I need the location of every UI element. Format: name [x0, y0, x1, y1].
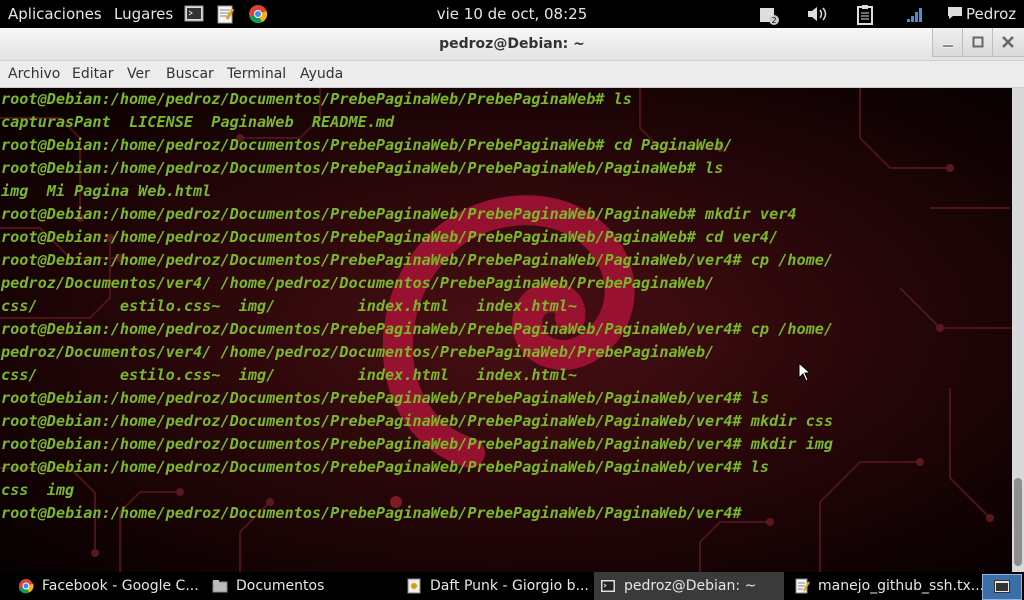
- menu-editar[interactable]: Editar: [72, 61, 113, 87]
- terminal-line: root@Debian:/home/pedroz/Documentos/Preb…: [1, 412, 834, 430]
- terminal-line: root@Debian:/home/pedroz/Documentos/Preb…: [1, 136, 733, 154]
- terminal-line: root@Debian:/home/pedroz/Documentos/Preb…: [1, 458, 770, 476]
- terminal-line: root@Debian:/home/pedroz/Documentos/Preb…: [1, 228, 779, 246]
- terminal-output[interactable]: root@Debian:/home/pedroz/Documentos/Preb…: [0, 88, 1012, 572]
- terminal-line: root@Debian:/home/pedroz/Documentos/Preb…: [1, 389, 770, 407]
- terminal-line: capturasPant LICENSE PaginaWeb README.md: [1, 113, 395, 131]
- terminal-line: pedroz/Documentos/ver4/ /home/pedroz/Doc…: [1, 274, 715, 292]
- clipboard-icon[interactable]: [855, 4, 875, 25]
- workspace-icon: [994, 580, 1010, 593]
- terminal-line: css/ estilo.css~ img/ index.html index.h…: [1, 297, 578, 315]
- chat-status-icon[interactable]: [946, 4, 966, 24]
- terminal-line: css img: [1, 481, 75, 499]
- terminal-line: root@Debian:/home/pedroz/Documentos/Preb…: [1, 320, 834, 338]
- window-titlebar[interactable]: pedroz@Debian: ~: [0, 28, 1024, 61]
- terminal-icon: [601, 580, 615, 592]
- menu-terminal[interactable]: Terminal: [227, 61, 286, 87]
- network-signal-icon[interactable]: [905, 4, 925, 24]
- scrollbar-thumb[interactable]: [1014, 478, 1022, 566]
- menubar: Archivo Editar Ver Buscar Terminal Ayuda: [0, 61, 1024, 88]
- text-editor-icon: [795, 578, 810, 594]
- user-menu[interactable]: Pedroz: [966, 0, 1016, 28]
- media-icon: [407, 578, 421, 594]
- maximize-button[interactable]: [962, 28, 993, 57]
- terminal-line: root@Debian:/home/pedroz/Documentos/Preb…: [1, 205, 797, 223]
- close-button[interactable]: [992, 28, 1024, 57]
- applications-menu[interactable]: Aplicaciones: [8, 0, 102, 28]
- task-documentos[interactable]: Documentos: [206, 572, 396, 600]
- folder-icon: [212, 580, 228, 593]
- top-panel: Aplicaciones Lugares vie 10 de oct, 08:2…: [0, 0, 1024, 28]
- menu-archivo[interactable]: Archivo: [8, 61, 60, 87]
- chrome-icon: [19, 579, 34, 594]
- svg-text:2: 2: [772, 16, 777, 25]
- terminal-launcher-icon[interactable]: [184, 4, 204, 24]
- task-manejo-github[interactable]: manejo_github_ssh.tx...: [788, 572, 984, 600]
- places-menu[interactable]: Lugares: [114, 0, 173, 28]
- window-title: pedroz@Debian: ~: [439, 36, 585, 52]
- volume-icon[interactable]: [806, 4, 827, 24]
- terminal-line: root@Debian:/home/pedroz/Documentos/Preb…: [1, 159, 724, 177]
- mouse-pointer-icon: [798, 362, 812, 382]
- terminal-scrollbar[interactable]: [1012, 88, 1024, 572]
- task-terminal[interactable]: pedroz@Debian: ~: [594, 572, 784, 600]
- terminal-line: root@Debian:/home/pedroz/Documentos/Preb…: [1, 90, 632, 108]
- minimize-button[interactable]: [932, 28, 963, 57]
- minimize-icon: [943, 44, 953, 48]
- menu-buscar[interactable]: Buscar: [166, 61, 214, 87]
- terminal-line: img Mi Pagina Web.html: [1, 182, 212, 200]
- text-editor-launcher-icon[interactable]: [215, 4, 235, 24]
- workspace-switcher[interactable]: [982, 574, 1022, 600]
- task-facebook-chrome[interactable]: Facebook - Google C...: [12, 572, 200, 600]
- terminal-line: root@Debian:/home/pedroz/Documentos/Preb…: [1, 251, 834, 269]
- chrome-launcher-icon[interactable]: [248, 4, 268, 24]
- terminal-prompt[interactable]: root@Debian:/home/pedroz/Documentos/Preb…: [1, 502, 742, 525]
- terminal-line: pedroz/Documentos/ver4/ /home/pedroz/Doc…: [1, 343, 715, 361]
- maximize-icon: [972, 36, 984, 48]
- notifications-icon[interactable]: 2: [758, 4, 779, 25]
- task-daft-punk[interactable]: Daft Punk - Giorgio b...: [400, 572, 590, 600]
- terminal-line: css/ estilo.css~ img/ index.html index.h…: [1, 366, 578, 384]
- close-icon: [1002, 36, 1014, 48]
- terminal-line: root@Debian:/home/pedroz/Documentos/Preb…: [1, 435, 834, 453]
- menu-ayuda[interactable]: Ayuda: [300, 61, 343, 87]
- window-list-taskbar: Facebook - Google C... Documentos Daft P…: [0, 572, 1024, 600]
- menu-ver[interactable]: Ver: [127, 61, 150, 87]
